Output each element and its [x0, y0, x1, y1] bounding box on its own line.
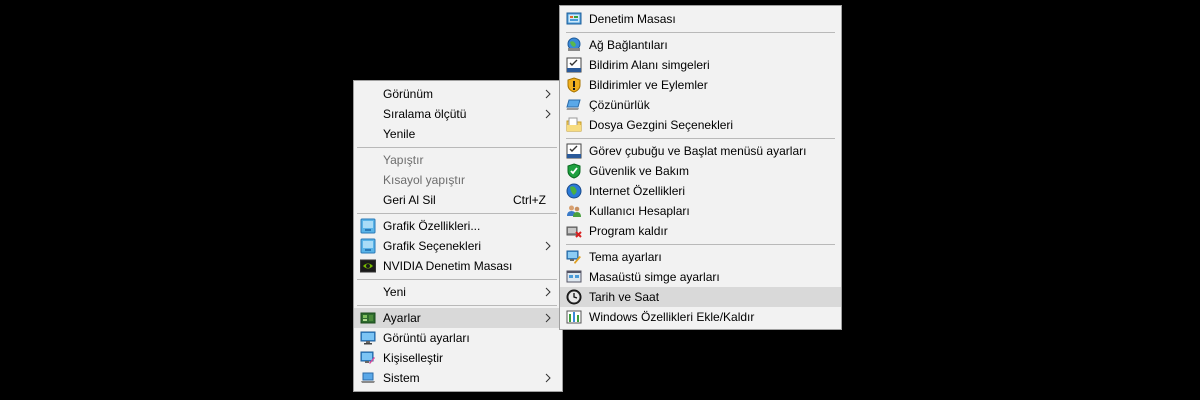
menu-item-label: Grafik Özellikleri...	[383, 219, 481, 233]
users-icon	[567, 205, 581, 217]
menu-item-label: Görüntü ayarları	[383, 331, 470, 345]
menu-item-label: Ağ Bağlantıları	[589, 38, 668, 52]
menu-item-label: Güvenlik ve Bakım	[589, 164, 690, 178]
menu-item-label: Denetim Masası	[589, 12, 676, 26]
menu-item-internet-properties[interactable]: Internet Özellikleri	[560, 181, 841, 201]
resolution-icon	[566, 99, 581, 110]
settings-board-icon	[360, 312, 376, 324]
menu-item-label: Bildirim Alanı simgeleri	[589, 58, 710, 72]
control-panel-icon	[566, 12, 582, 25]
menu-separator	[357, 213, 557, 214]
menu-item-paste-shortcut: Kısayol yapıştır	[354, 170, 562, 190]
personalize-icon	[360, 351, 375, 364]
menu-item-refresh[interactable]: Yenile	[354, 124, 562, 144]
settings-submenu: Denetim Masası Ağ Bağlantıları Bildirim …	[559, 5, 842, 330]
menu-item-date-time[interactable]: Tarih ve Saat	[560, 287, 841, 307]
menu-item-label: Kısayol yapıştır	[383, 173, 466, 187]
chevron-right-icon	[545, 89, 551, 99]
menu-item-label: Dosya Gezgini Seçenekleri	[589, 118, 734, 132]
menu-separator	[357, 305, 557, 306]
menu-item-user-accounts[interactable]: Kullanıcı Hesapları	[560, 201, 841, 221]
laptop-icon	[361, 372, 375, 383]
menu-separator	[357, 279, 557, 280]
menu-item-label: Program kaldır	[589, 224, 668, 238]
folder-options-icon	[566, 117, 582, 132]
menu-item-shortcut: Ctrl+Z	[513, 193, 546, 207]
menu-item-control-panel[interactable]: Denetim Masası	[560, 9, 841, 29]
menu-item-label: Görünüm	[383, 87, 434, 101]
menu-item-file-explorer-options[interactable]: Dosya Gezgini Seçenekleri	[560, 115, 841, 135]
menu-item-undo-delete[interactable]: Geri Al Sil Ctrl+Z	[354, 190, 562, 210]
menu-item-taskbar-start-settings[interactable]: Görev çubuğu ve Başlat menüsü ayarları	[560, 141, 841, 161]
menu-item-theme-settings[interactable]: Tema ayarları	[560, 247, 841, 267]
menu-item-nvidia-control-panel[interactable]: NVIDIA Denetim Masası	[354, 256, 562, 276]
menu-item-graphics-properties[interactable]: Grafik Özellikleri...	[354, 216, 562, 236]
menu-item-network-connections[interactable]: Ağ Bağlantıları	[560, 35, 841, 55]
menu-item-label: Geri Al Sil	[383, 193, 436, 207]
menu-item-notifications-actions[interactable]: Bildirimler ve Eylemler	[560, 75, 841, 95]
menu-item-label: Tema ayarları	[589, 250, 662, 264]
menu-item-label: NVIDIA Denetim Masası	[383, 259, 513, 273]
windows-features-icon	[566, 310, 582, 324]
chevron-right-icon	[545, 373, 551, 383]
chevron-right-icon	[545, 287, 551, 297]
menu-item-uninstall-program[interactable]: Program kaldır	[560, 221, 841, 241]
menu-item-resolution[interactable]: Çözünürlük	[560, 95, 841, 115]
clock-icon	[566, 289, 582, 305]
menu-item-label: Yapıştır	[383, 153, 424, 167]
network-globe-icon	[567, 37, 581, 51]
menu-item-settings[interactable]: Ayarlar	[354, 308, 562, 328]
uninstall-icon	[566, 226, 582, 238]
menu-separator	[566, 32, 835, 33]
menu-item-label: Sıralama ölçütü	[383, 107, 467, 121]
menu-item-label: Sistem	[383, 371, 420, 385]
menu-item-security-maintenance[interactable]: Güvenlik ve Bakım	[560, 161, 841, 181]
display-icon	[360, 331, 376, 345]
desktop-context-menu: Görünüm Sıralama ölçütü Yenile Yapıştır …	[353, 80, 563, 392]
menu-item-label: Internet Özellikleri	[589, 184, 686, 198]
nvidia-icon	[360, 259, 376, 273]
menu-separator	[566, 138, 835, 139]
menu-item-label: Kişiselleştir	[383, 351, 444, 365]
menu-item-sort-by[interactable]: Sıralama ölçütü	[354, 104, 562, 124]
menu-item-system[interactable]: Sistem	[354, 368, 562, 388]
menu-item-display-settings[interactable]: Görüntü ayarları	[354, 328, 562, 348]
menu-item-paste: Yapıştır	[354, 150, 562, 170]
menu-item-label: Bildirimler ve Eylemler	[589, 78, 708, 92]
menu-item-label: Tarih ve Saat	[589, 290, 660, 304]
menu-item-new[interactable]: Yeni	[354, 282, 562, 302]
menu-item-label: Yeni	[383, 285, 406, 299]
menu-item-desktop-icon-settings[interactable]: Masaüstü simge ayarları	[560, 267, 841, 287]
menu-item-label: Windows Özellikleri Ekle/Kaldır	[589, 310, 755, 324]
internet-globe-icon	[566, 183, 582, 199]
desktop-icons-icon	[566, 270, 582, 283]
menu-item-label: Kullanıcı Hesapları	[589, 204, 690, 218]
menu-separator	[566, 244, 835, 245]
theme-icon	[566, 250, 581, 264]
menu-item-personalize[interactable]: Kişiselleştir	[354, 348, 562, 368]
menu-item-label: Ayarlar	[383, 311, 421, 325]
menu-item-label: Masaüstü simge ayarları	[589, 270, 720, 284]
menu-item-view[interactable]: Görünüm	[354, 84, 562, 104]
security-shield-icon	[567, 163, 581, 179]
menu-separator	[357, 147, 557, 148]
chevron-right-icon	[545, 313, 551, 323]
chevron-right-icon	[545, 241, 551, 251]
menu-item-graphics-options[interactable]: Grafik Seçenekleri	[354, 236, 562, 256]
chevron-right-icon	[545, 109, 551, 119]
menu-item-label: Yenile	[383, 127, 416, 141]
menu-item-label: Görev çubuğu ve Başlat menüsü ayarları	[589, 144, 807, 158]
intel-graphics-icon	[360, 238, 376, 254]
menu-item-label: Çözünürlük	[589, 98, 650, 112]
menu-item-notification-area-icons[interactable]: Bildirim Alanı simgeleri	[560, 55, 841, 75]
intel-graphics-icon	[360, 218, 376, 234]
menu-item-label: Grafik Seçenekleri	[383, 239, 482, 253]
warning-shield-icon	[567, 77, 581, 93]
menu-item-windows-features[interactable]: Windows Özellikleri Ekle/Kaldır	[560, 307, 841, 327]
tray-icon	[566, 57, 582, 73]
taskbar-icon	[566, 143, 582, 159]
